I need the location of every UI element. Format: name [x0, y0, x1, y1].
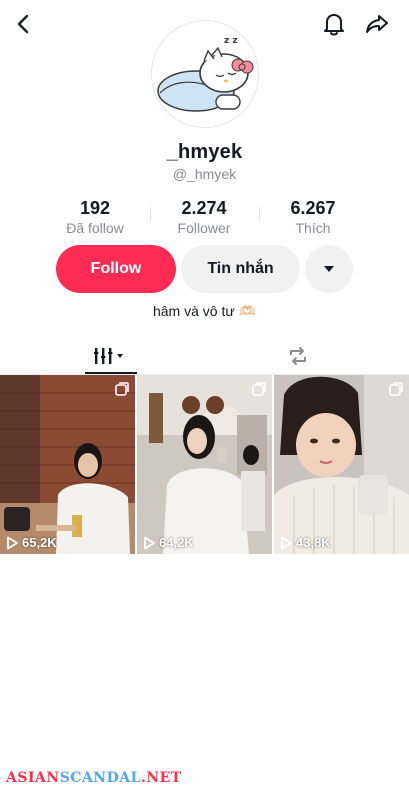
- profile-stats: 192 Đã follow 2.274 Follower 6.267 Thích: [0, 197, 409, 237]
- repost-icon: [290, 346, 306, 365]
- back-chevron-icon: [17, 14, 29, 34]
- grid-bars-icon: [94, 347, 123, 364]
- display-name: _hmyek: [166, 141, 243, 163]
- photo-stack-icon: [115, 382, 129, 396]
- bio-text: hâm và vô tư 🫶🏻: [152, 303, 257, 319]
- content-tabs: [0, 337, 409, 375]
- video-thumbnail[interactable]: 43,8K: [274, 375, 409, 554]
- avatar-sleep-text: z z: [224, 36, 238, 46]
- view-count: 43,8K: [280, 535, 331, 550]
- photo-stack-icon: [389, 382, 403, 396]
- tab-videos[interactable]: [85, 337, 137, 374]
- watermark: ASIANSCANDAL.NET: [6, 770, 182, 786]
- follow-button[interactable]: Follow: [56, 245, 176, 293]
- view-count-text: 65,2K: [22, 535, 57, 550]
- more-options-button[interactable]: [305, 245, 353, 293]
- play-icon: [281, 536, 292, 549]
- active-tab-indicator: [85, 372, 137, 374]
- caret-down-icon: [324, 266, 334, 272]
- profile-actions: Follow Tin nhắn: [0, 245, 409, 293]
- stat-followers-label: Follower: [177, 220, 231, 236]
- stat-following-label: Đã follow: [66, 220, 124, 236]
- message-button[interactable]: Tin nhắn: [181, 245, 300, 293]
- watermark-part3: .NET: [140, 770, 182, 786]
- share-button[interactable]: [361, 8, 393, 40]
- video-thumbnail[interactable]: 64,2K: [137, 375, 272, 554]
- avatar[interactable]: z z: [151, 20, 259, 128]
- stat-followers[interactable]: 2.274 Follower: [149, 197, 259, 237]
- view-count-text: 43,8K: [296, 535, 331, 550]
- stat-following[interactable]: 192 Đã follow: [40, 197, 150, 237]
- stat-likes-value: 6.267: [290, 198, 336, 218]
- video-thumbnail-image: [0, 375, 135, 554]
- watermark-part2: SCANDAL: [59, 770, 141, 786]
- tab-reposts[interactable]: [272, 337, 324, 374]
- video-thumbnail-image: [137, 375, 272, 554]
- watermark-part1: ASIAN: [6, 770, 60, 786]
- video-grid: 65,2K 64,2K 43,8K: [0, 375, 409, 554]
- username: @_hmyek: [172, 166, 237, 182]
- stat-likes-label: Thích: [295, 220, 331, 236]
- video-thumbnail-image: [274, 375, 409, 554]
- view-count: 64,2K: [143, 535, 194, 550]
- photo-stack-icon: [252, 382, 266, 396]
- notification-button[interactable]: [318, 8, 350, 40]
- share-arrow-icon: [366, 15, 388, 33]
- stat-likes[interactable]: 6.267 Thích: [258, 197, 368, 237]
- stat-following-value: 192: [79, 198, 111, 218]
- sleeping-cartoon-cat-avatar: z z: [152, 21, 258, 127]
- stat-followers-value: 2.274: [181, 198, 227, 218]
- back-button[interactable]: [8, 8, 40, 40]
- play-icon: [144, 536, 155, 549]
- play-icon: [7, 536, 18, 549]
- view-count: 65,2K: [6, 535, 57, 550]
- view-count-text: 64,2K: [159, 535, 194, 550]
- video-thumbnail[interactable]: 65,2K: [0, 375, 135, 554]
- bell-icon: [324, 14, 344, 36]
